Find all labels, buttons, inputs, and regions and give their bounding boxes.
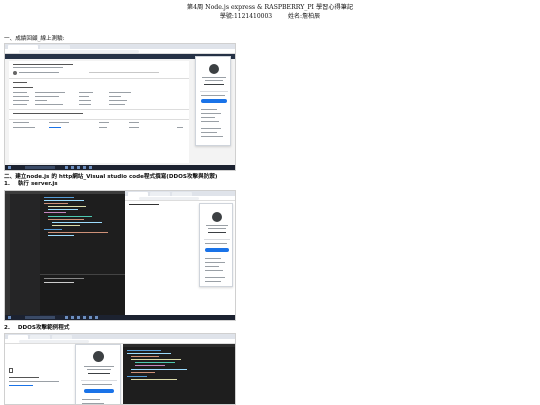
step-2-heading: 2. DDOS攻擊範例程式 xyxy=(4,325,69,332)
profile-dropdown-3 xyxy=(75,344,121,404)
step-2-label: DDOS攻擊範例程式 xyxy=(17,325,70,331)
step-2-number: 2. xyxy=(4,325,11,331)
profile-dropdown xyxy=(195,56,231,146)
step-1-number: 1. xyxy=(4,181,11,187)
step-1-heading: 1. 執行 server.js xyxy=(4,181,58,188)
section-heading-1: 一、成績回顧_線上測驗: xyxy=(4,36,65,42)
step-1-label: 執行 server.js xyxy=(17,181,58,187)
browser-localhost xyxy=(125,191,235,317)
page-title: 第4周 Node.js express & RASPBERRY_PI 學習心得筆… xyxy=(186,4,354,11)
student-name: 姓名:詹柏辰 xyxy=(288,13,321,20)
os-taskbar xyxy=(5,165,235,170)
student-id: 學號:1121410003 xyxy=(219,13,273,20)
terminal-panel xyxy=(40,274,125,317)
student-info: 學號:1121410003 姓名:詹柏辰 xyxy=(0,13,540,21)
code-editor-ddos xyxy=(123,344,235,404)
section-heading-2: 二、建立node.js 的 http網站_Visual studio code程… xyxy=(4,174,218,180)
vscode-window xyxy=(5,191,125,317)
quiz-report-panel xyxy=(9,61,189,163)
file-icon xyxy=(9,368,13,373)
profile-dropdown-2 xyxy=(199,203,233,287)
screenshot-server-js xyxy=(4,190,236,321)
screenshot-ddos-example xyxy=(4,333,236,405)
screenshot-quiz-results xyxy=(4,43,236,171)
code-editor xyxy=(40,194,125,274)
